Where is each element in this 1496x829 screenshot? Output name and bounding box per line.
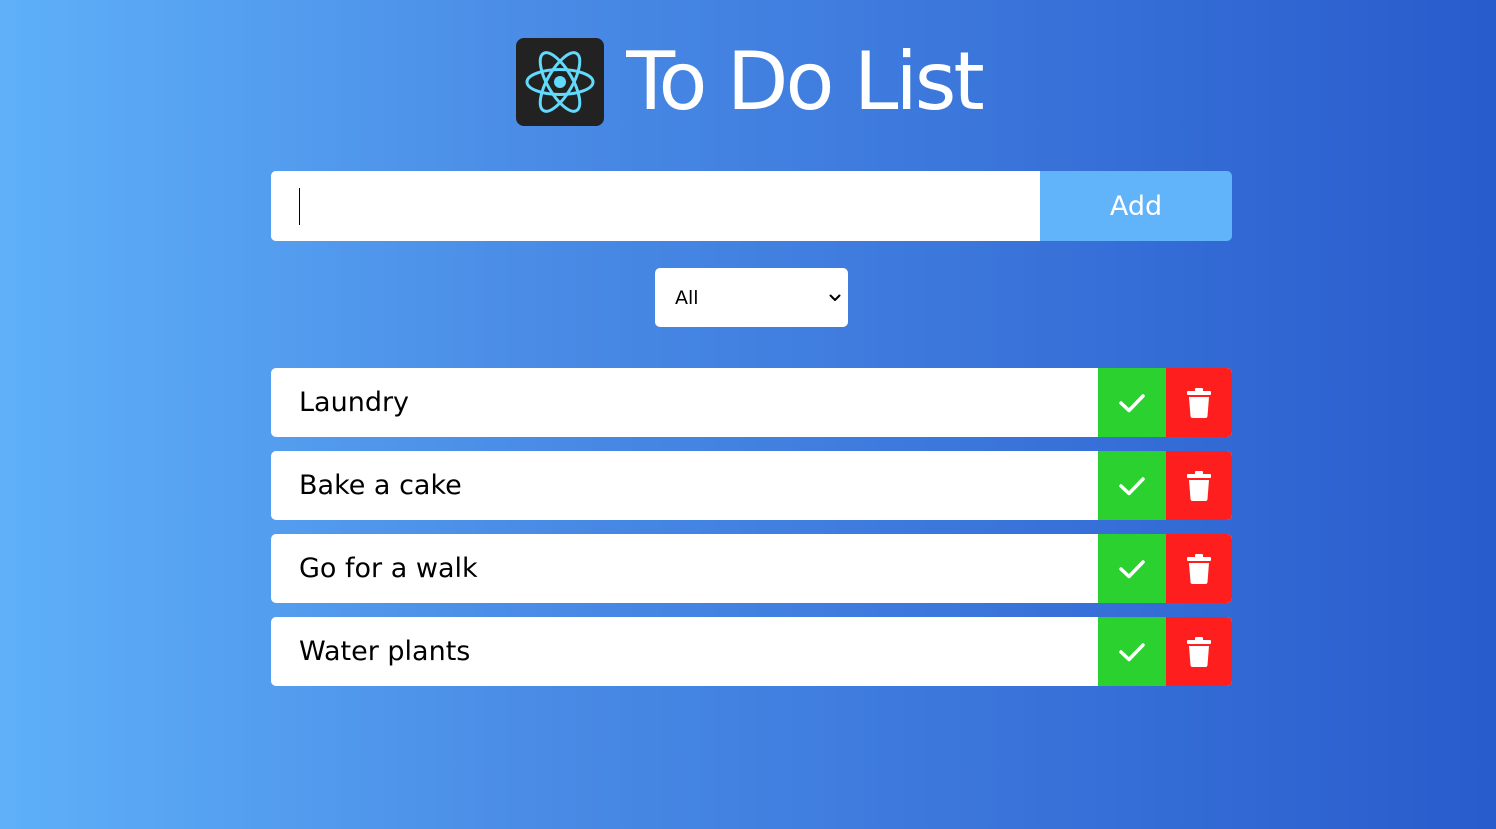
todo-text: Bake a cake: [299, 470, 462, 501]
trash-icon: [1187, 553, 1211, 584]
page-title: To Do List: [626, 35, 984, 128]
filter-select[interactable]: All: [655, 268, 848, 327]
delete-button[interactable]: [1166, 451, 1232, 520]
todo-input-wrapper[interactable]: [271, 171, 1040, 241]
add-button[interactable]: Add: [1040, 171, 1232, 241]
todo-text: Water plants: [299, 636, 471, 667]
check-icon: [1119, 476, 1145, 495]
todo-input[interactable]: [271, 171, 1040, 241]
chevron-down-icon: [828, 291, 842, 305]
delete-button[interactable]: [1166, 368, 1232, 437]
trash-icon: [1187, 470, 1211, 501]
delete-button[interactable]: [1166, 534, 1232, 603]
trash-icon: [1187, 387, 1211, 418]
todo-item: Laundry: [271, 368, 1232, 437]
filter-selected-value: All: [675, 286, 699, 309]
page-header: To Do List: [0, 38, 1496, 126]
todo-item: Go for a walk: [271, 534, 1232, 603]
add-todo-form: Add: [271, 171, 1232, 241]
complete-button[interactable]: [1098, 368, 1166, 437]
complete-button[interactable]: [1098, 451, 1166, 520]
todo-text: Go for a walk: [299, 553, 478, 584]
check-icon: [1119, 559, 1145, 578]
react-logo-icon: [516, 38, 605, 126]
todo-list: Laundry Bake a cake Go for a walk Water …: [271, 368, 1232, 700]
trash-icon: [1187, 636, 1211, 667]
check-icon: [1119, 642, 1145, 661]
text-caret: [299, 188, 300, 225]
complete-button[interactable]: [1098, 617, 1166, 686]
check-icon: [1119, 393, 1145, 412]
todo-text: Laundry: [299, 387, 410, 418]
complete-button[interactable]: [1098, 534, 1166, 603]
delete-button[interactable]: [1166, 617, 1232, 686]
todo-item: Water plants: [271, 617, 1232, 686]
todo-item: Bake a cake: [271, 451, 1232, 520]
